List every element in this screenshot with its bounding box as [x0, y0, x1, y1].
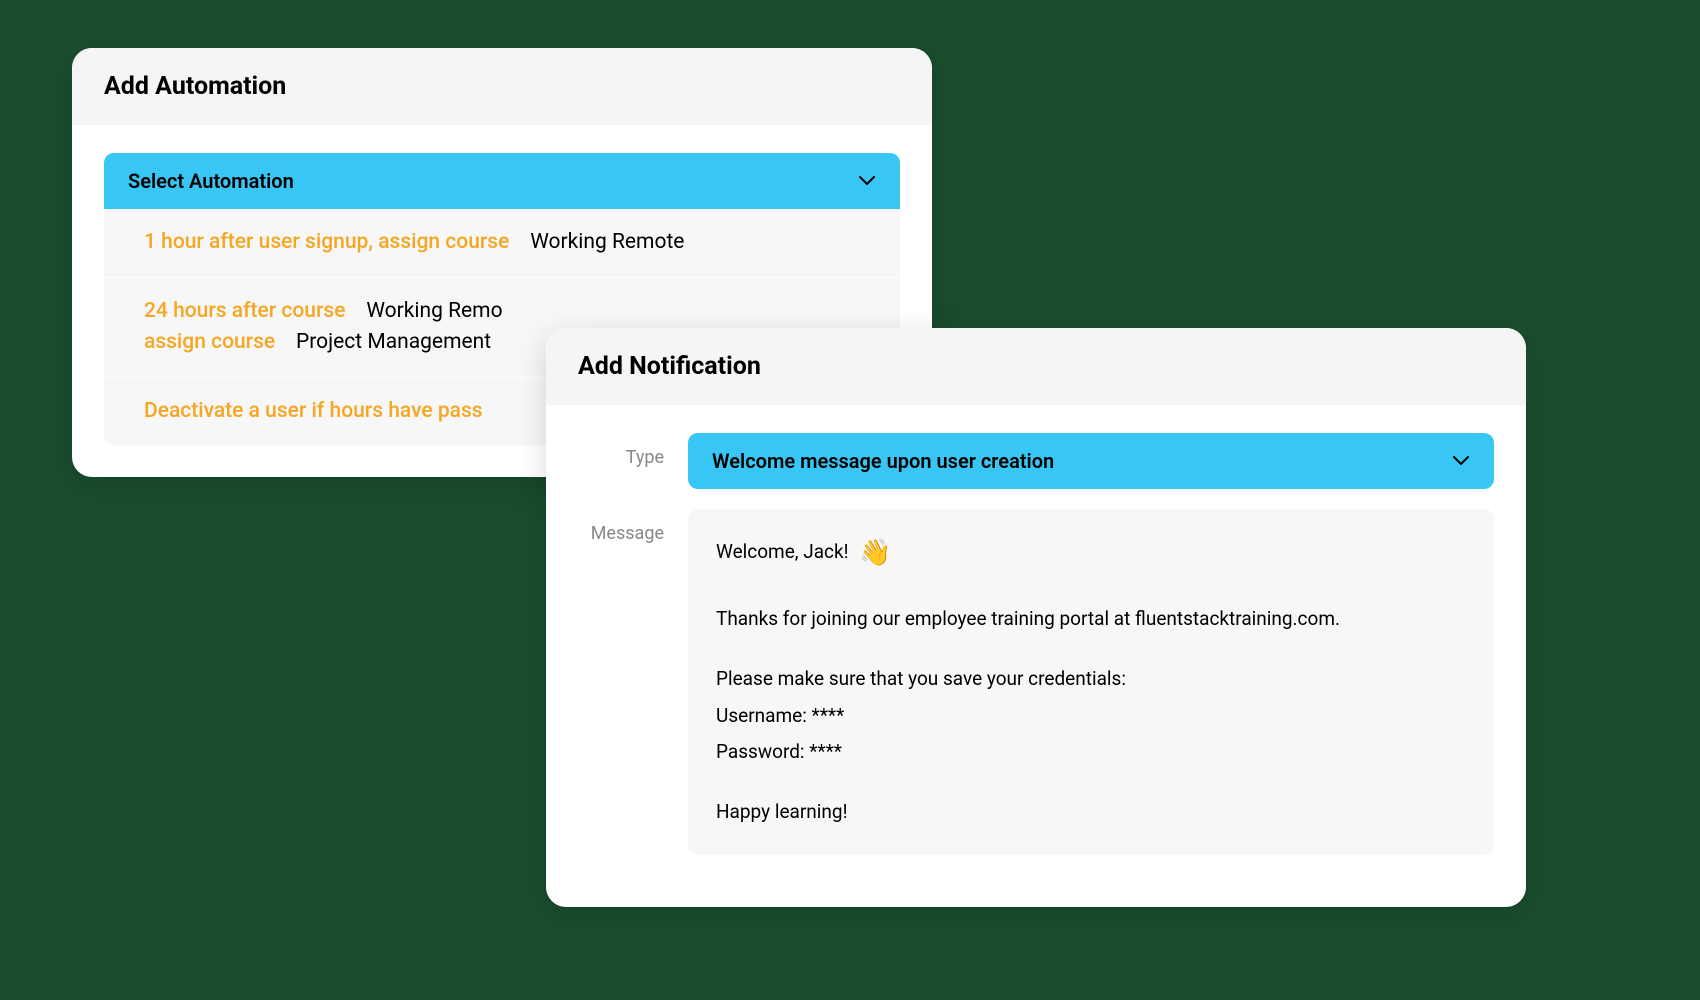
- type-row: Type Welcome message upon user creation: [578, 433, 1494, 489]
- automation-option[interactable]: 1 hour after user signup, assign course …: [104, 209, 900, 278]
- automation-card-header: Add Automation: [72, 48, 932, 125]
- notification-card-title: Add Notification: [578, 352, 1494, 381]
- message-creds-intro: Please make sure that you save your cred…: [716, 663, 1466, 695]
- notification-card-body: Type Welcome message upon user creation …: [546, 405, 1526, 907]
- select-automation-dropdown[interactable]: Select Automation: [104, 153, 900, 209]
- notification-type-select[interactable]: Welcome message upon user creation: [688, 433, 1494, 489]
- chevron-down-icon: [858, 172, 876, 190]
- select-automation-label: Select Automation: [128, 169, 294, 193]
- automation-value: Working Remote: [530, 230, 684, 254]
- wave-icon: 👋: [859, 531, 891, 575]
- message-thanks: Thanks for joining our employee training…: [716, 603, 1466, 635]
- greeting-text: Welcome, Jack!: [716, 540, 849, 563]
- automation-keyword: assign course: [144, 330, 275, 354]
- notification-type-value: Welcome message upon user creation: [712, 449, 1054, 473]
- message-row: Message Welcome, Jack! 👋 Thanks for join…: [578, 509, 1494, 855]
- automation-keyword: 24 hours after course: [144, 299, 345, 323]
- message-username: Username: ****: [716, 700, 1466, 732]
- message-password: Password: ****: [716, 736, 1466, 768]
- automation-card-title: Add Automation: [104, 72, 900, 101]
- message-greeting: Welcome, Jack! 👋: [716, 531, 1466, 575]
- automation-value: Project Management: [296, 330, 491, 354]
- automation-keyword: Deactivate a user if: [144, 399, 324, 423]
- automation-keyword: 1 hour after user signup, assign course: [144, 230, 509, 254]
- chevron-down-icon: [1452, 452, 1470, 470]
- message-label: Message: [578, 509, 688, 544]
- automation-keyword: hours have pass: [330, 399, 483, 423]
- notification-message-box[interactable]: Welcome, Jack! 👋 Thanks for joining our …: [688, 509, 1494, 855]
- message-signoff: Happy learning!: [716, 796, 1466, 828]
- automation-value: Working Remo: [366, 299, 502, 323]
- notification-card-header: Add Notification: [546, 328, 1526, 405]
- add-notification-card: Add Notification Type Welcome message up…: [546, 328, 1526, 907]
- type-label: Type: [578, 433, 688, 468]
